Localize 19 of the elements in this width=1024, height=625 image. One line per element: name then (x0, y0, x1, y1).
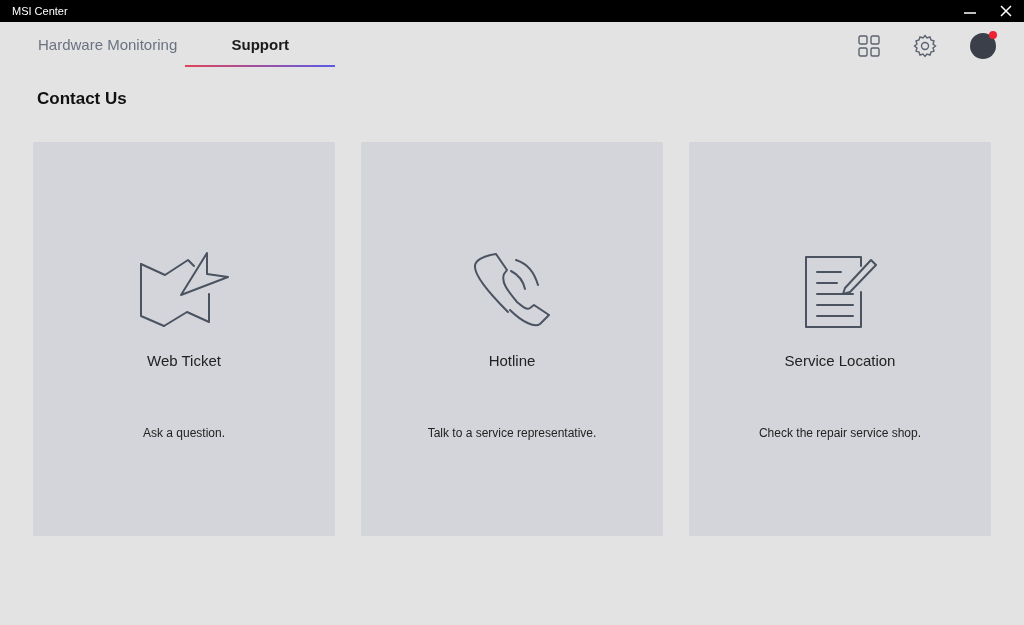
contact-card[interactable]: Hotline Talk to a service representative. (361, 141, 663, 536)
close-icon[interactable] (1000, 5, 1012, 17)
map-pin-icon (138, 251, 230, 330)
section-heading: Contact Us (37, 88, 128, 110)
card-description: Ask a question. (142, 425, 226, 442)
card-title: Web Ticket (147, 350, 221, 371)
notepad-pencil-icon (803, 253, 877, 330)
tab[interactable]: Support (185, 25, 336, 67)
card-description: Talk to a service representative. (427, 425, 597, 442)
contact-card[interactable]: Service Location Check the repair service shop. (689, 141, 991, 536)
grid-icon[interactable] (858, 35, 880, 57)
contact-card[interactable]: Web Ticket Ask a question. (33, 141, 335, 536)
settings-icon[interactable] (913, 34, 937, 58)
avatar[interactable] (970, 33, 996, 59)
card-title: Hotline (488, 350, 536, 371)
tab[interactable]: Hardware Monitoring (30, 25, 186, 67)
card-title: Service Location (784, 350, 896, 371)
window-title: MSI Center (12, 3, 68, 19)
card-description: Check the repair service shop. (758, 425, 922, 442)
